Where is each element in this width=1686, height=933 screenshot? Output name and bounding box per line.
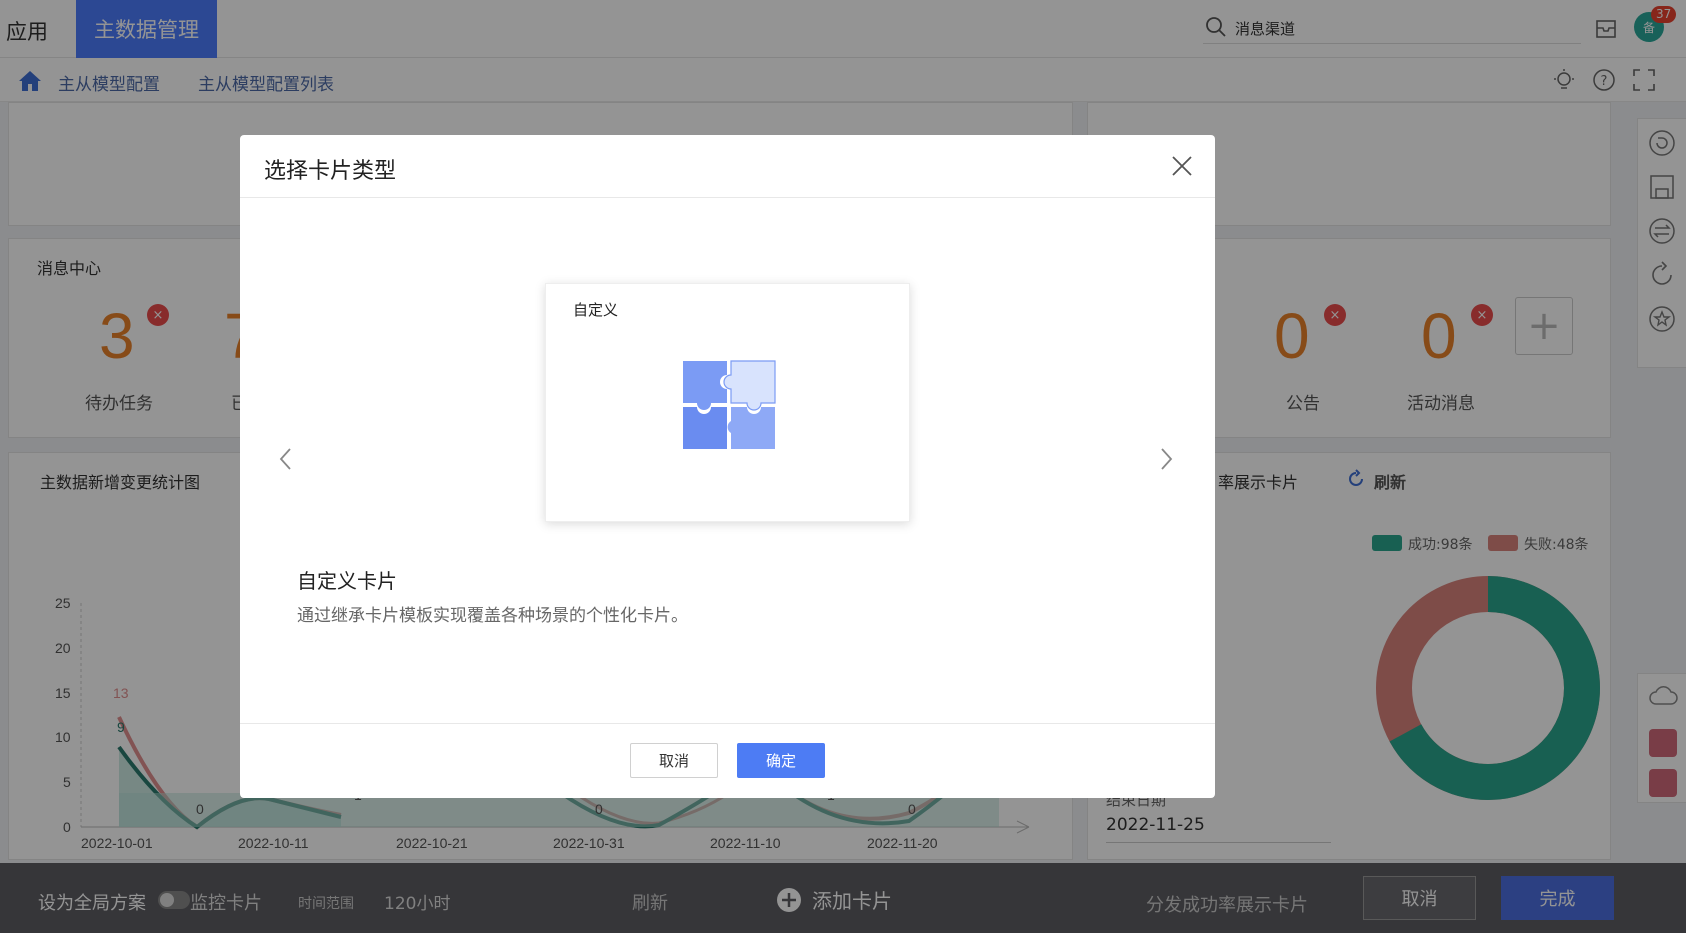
chevron-right-icon[interactable] <box>1158 447 1174 471</box>
modal-confirm-button[interactable]: 确定 <box>737 743 825 778</box>
puzzle-icon <box>683 360 776 449</box>
modal-header: 选择卡片类型 <box>240 135 1215 198</box>
modal-title: 选择卡片类型 <box>264 159 397 184</box>
custom-card-option[interactable]: 自定义 <box>545 283 910 522</box>
modal-cancel-button[interactable]: 取消 <box>630 743 718 778</box>
card-label: 自定义 <box>573 301 619 319</box>
chevron-left-icon[interactable] <box>278 447 294 471</box>
card-description-text: 通过继承卡片模板实现覆盖各种场景的个性化卡片。 <box>297 606 688 626</box>
close-icon[interactable] <box>1169 153 1195 179</box>
card-description-title: 自定义卡片 <box>297 569 397 593</box>
modal-footer: 取消 确定 <box>240 723 1215 798</box>
select-card-type-modal: 选择卡片类型 自定义 自定义卡片 通过继承卡片模板实现覆盖各种场景的个性化卡片。… <box>240 135 1215 798</box>
